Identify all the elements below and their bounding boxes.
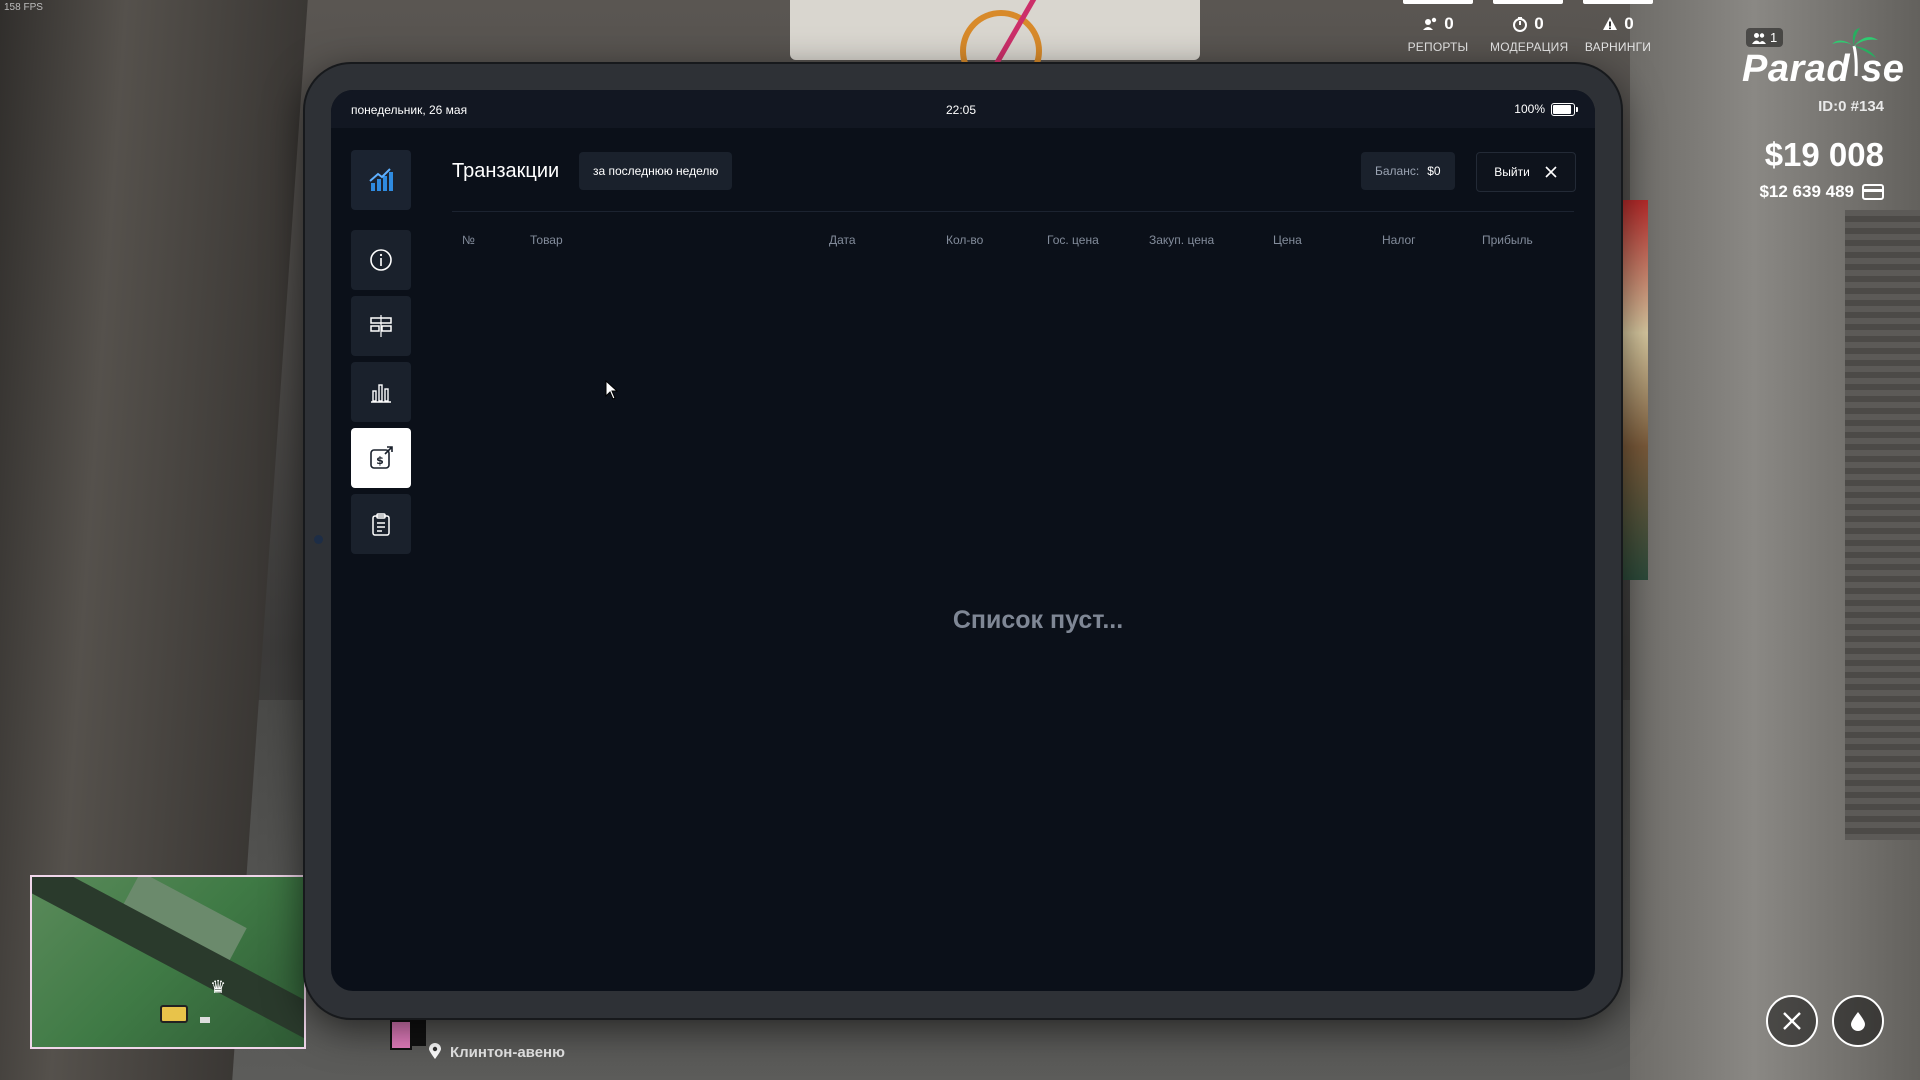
status-bar: понедельник, 26 мая 22:05 100% <box>331 90 1595 128</box>
admin-stats: 0 РЕПОРТЫ 0 МОДЕРАЦИЯ 0 ВАРНИНГИ <box>1400 0 1656 54</box>
cash-blip-icon <box>160 1005 188 1023</box>
stat-reports: 0 РЕПОРТЫ <box>1400 0 1476 54</box>
divider <box>452 211 1574 212</box>
bank-amount: $12 639 489 <box>1759 182 1854 201</box>
col-number: № <box>462 233 475 247</box>
moderation-label: МОДЕРАЦИЯ <box>1490 40 1569 54</box>
warning-icon <box>1603 17 1618 30</box>
water-drop-icon <box>1851 1012 1865 1031</box>
col-state-price: Гос. цена <box>1047 233 1099 247</box>
sidebar-item-transactions[interactable]: $ <box>351 428 411 488</box>
page-title: Транзакции <box>452 160 560 182</box>
battery: 100% <box>1514 102 1578 116</box>
clipboard-icon <box>372 513 390 536</box>
minimap: ♛ <box>30 875 306 1049</box>
exit-button[interactable]: Выйти <box>1476 152 1576 192</box>
exit-label: Выйти <box>1494 165 1530 179</box>
empty-list-text: Список пуст... <box>952 606 1124 634</box>
warnings-count: 0 <box>1624 14 1634 33</box>
tools-button[interactable] <box>1766 995 1818 1047</box>
stat-warnings: 0 ВАРНИНГИ <box>1580 0 1656 54</box>
status-bar-black <box>410 1020 426 1046</box>
money-exchange-icon: $ <box>370 446 393 469</box>
stat-moderation: 0 МОДЕРАЦИЯ <box>1490 0 1569 54</box>
balance-display: Баланс: $0 <box>1361 152 1455 190</box>
server-logo: Parad se <box>1742 48 1905 90</box>
balance-label: Баланс: <box>1375 164 1420 178</box>
thirst-button[interactable] <box>1832 995 1884 1047</box>
location-pin-icon <box>429 1043 441 1059</box>
col-quantity: Кол-во <box>946 233 984 247</box>
rollup-door <box>1845 210 1920 840</box>
close-icon <box>1545 166 1557 178</box>
fps-counter: 158 FPS <box>4 2 43 13</box>
bar-chart-icon <box>371 384 391 403</box>
reports-label: РЕПОРТЫ <box>1407 40 1469 54</box>
sidebar-item-orders[interactable] <box>351 494 411 554</box>
stat-bar <box>1403 0 1473 4</box>
player-id: ID:0 #134 <box>1818 98 1884 115</box>
vehicle-blip-icon <box>200 1017 210 1023</box>
crest-blip-icon: ♛ <box>210 977 227 997</box>
status-date: понедельник, 26 мая <box>351 103 468 117</box>
col-date: Дата <box>829 233 856 247</box>
empty-state: Список пуст... <box>331 606 1595 635</box>
app-logo <box>351 150 411 210</box>
period-filter-button[interactable]: за последнюю неделю <box>579 152 733 190</box>
online-count: 1 <box>1770 30 1778 45</box>
sidebar-item-stats[interactable] <box>351 362 411 422</box>
col-tax: Налог <box>1382 233 1416 247</box>
mouse-cursor-icon <box>605 380 619 400</box>
reports-count: 0 <box>1444 14 1454 33</box>
cash-amount: $19 008 <box>1764 136 1884 173</box>
stat-bar <box>1493 0 1563 4</box>
moderation-count: 0 <box>1534 14 1544 33</box>
card-icon <box>1862 184 1884 200</box>
store-shelf <box>1620 200 1648 580</box>
bank-balance: $12 639 489 <box>1759 182 1884 202</box>
stat-bar <box>1583 0 1653 4</box>
street-name: Клинтон-авеню <box>450 1044 565 1061</box>
col-product: Товар <box>530 233 563 247</box>
reports-icon <box>1423 17 1437 30</box>
sidebar-item-goods[interactable] <box>351 296 411 356</box>
status-time: 22:05 <box>946 103 977 117</box>
players-icon <box>1752 32 1766 44</box>
tablet-camera <box>314 535 323 544</box>
tools-icon <box>1783 1012 1801 1030</box>
app-sidebar: $ <box>351 150 411 560</box>
battery-icon <box>1551 102 1578 116</box>
info-icon <box>370 249 392 271</box>
table-header: № Товар Дата Кол-во Гос. цена Закуп. цен… <box>452 233 1574 253</box>
moderation-icon <box>1513 17 1528 32</box>
sidebar-item-info[interactable] <box>351 230 411 290</box>
battery-percent: 100% <box>1514 102 1545 116</box>
col-profit: Прибыль <box>1482 233 1533 247</box>
status-bar-pink <box>390 1020 412 1050</box>
growth-chart-icon <box>369 168 393 191</box>
svg-text:$: $ <box>376 454 384 467</box>
col-price: Цена <box>1273 233 1302 247</box>
warnings-label: ВАРНИНГИ <box>1584 40 1652 54</box>
balance-value: $0 <box>1427 164 1441 178</box>
tablet-screen: понедельник, 26 мая 22:05 100% $ Транзак… <box>331 90 1595 991</box>
grid-list-icon <box>370 315 392 337</box>
online-badge: 1 <box>1746 28 1784 47</box>
col-purchase-price: Закуп. цена <box>1149 233 1215 247</box>
